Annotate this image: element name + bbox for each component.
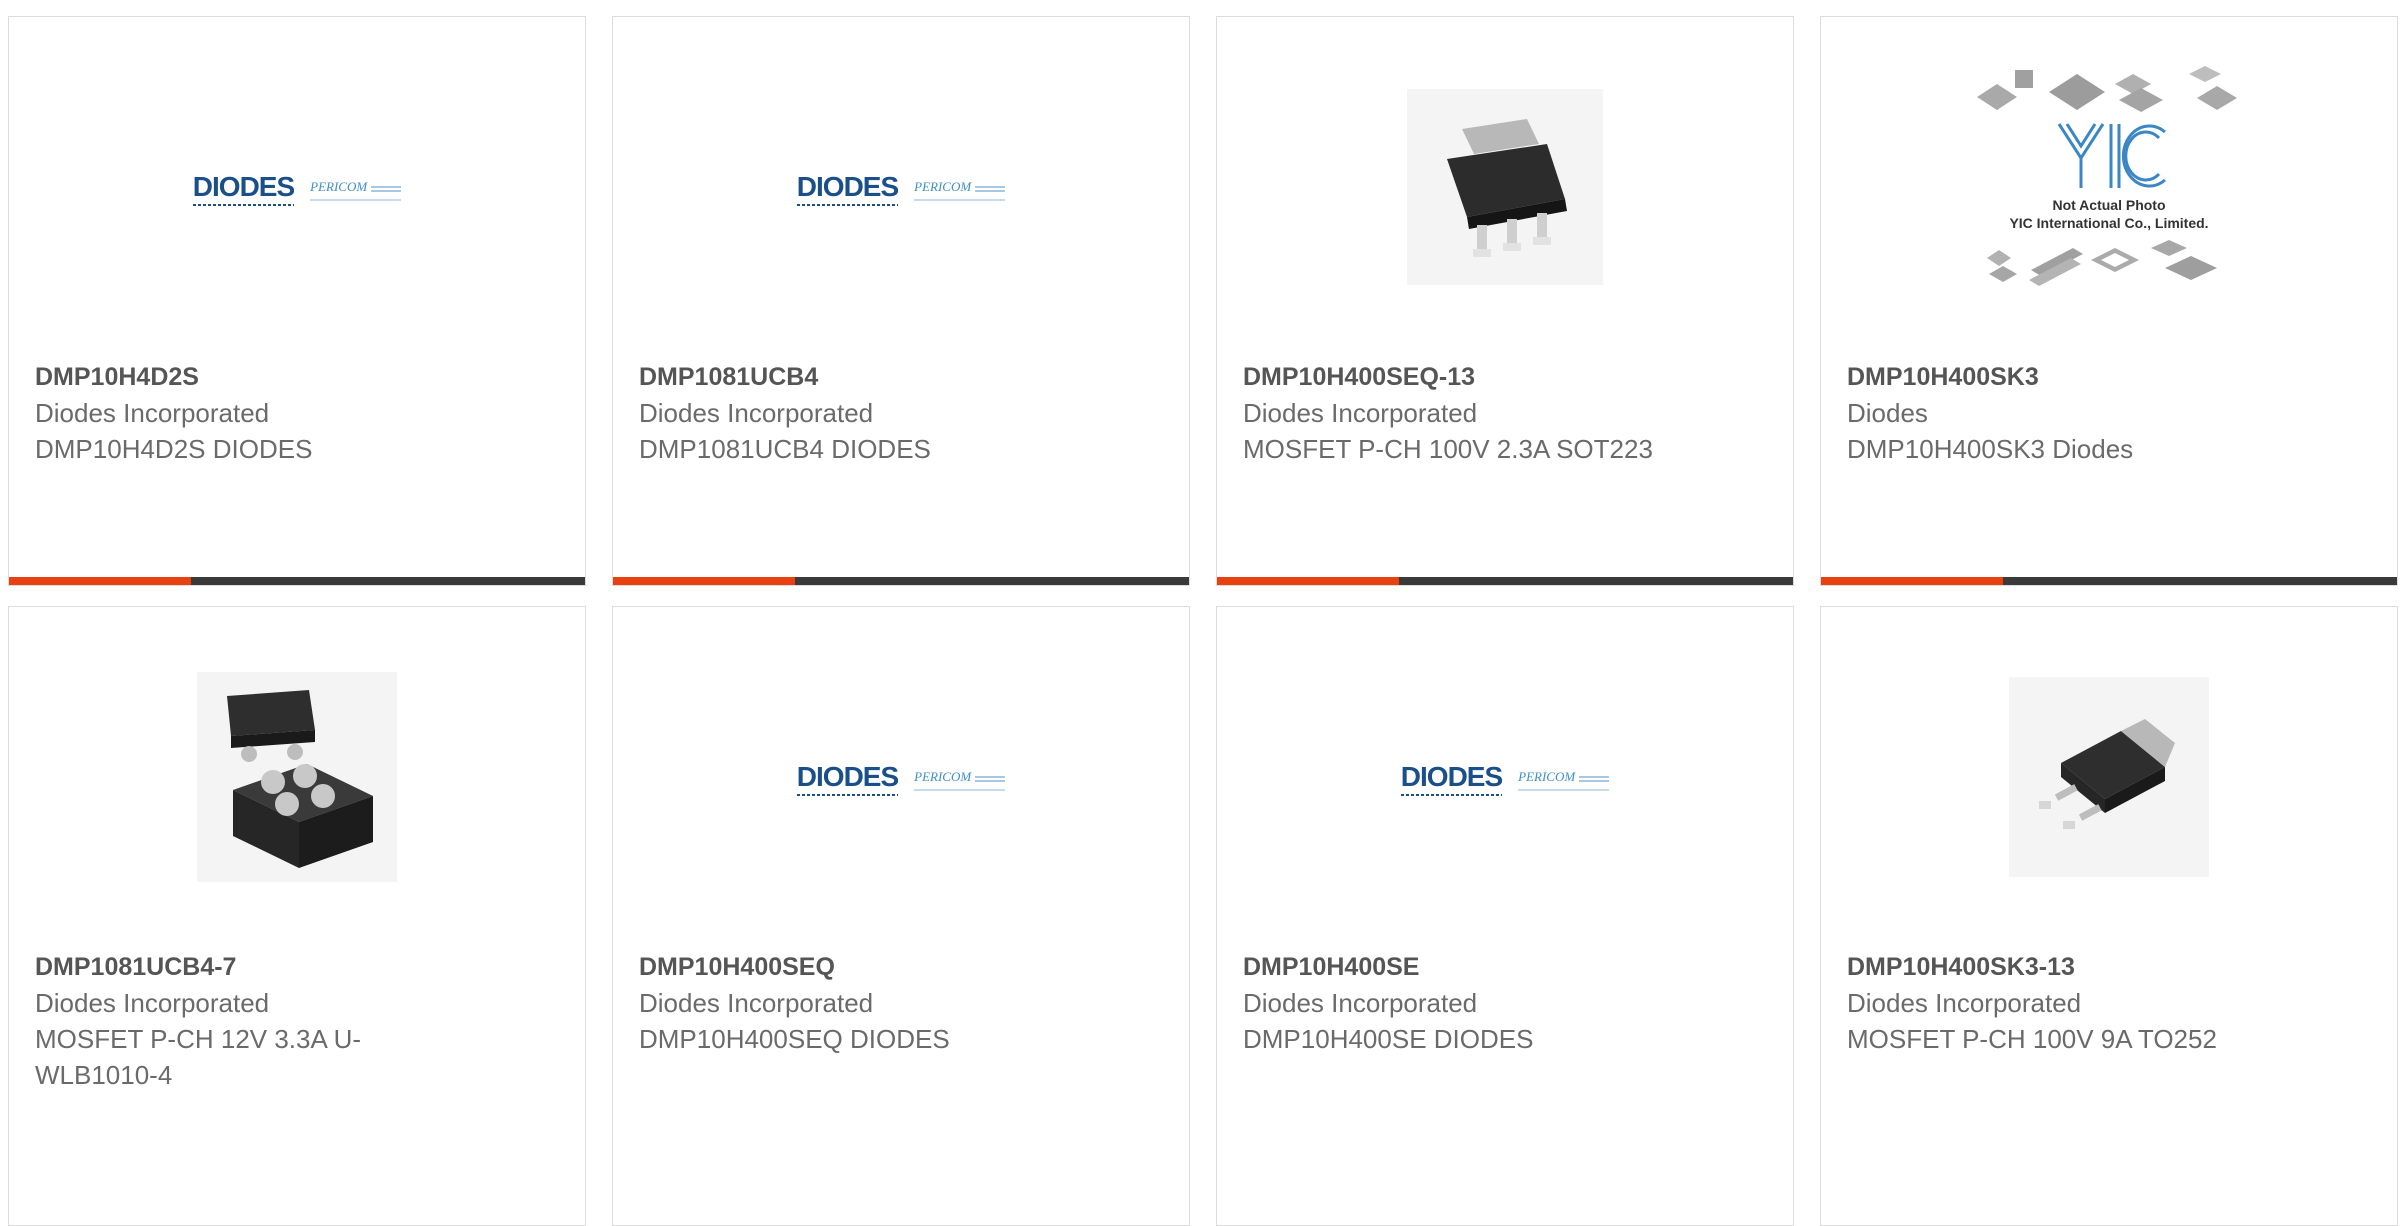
part-number[interactable]: DMP10H400SK3: [1847, 359, 2277, 395]
part-number[interactable]: DMP10H4D2S: [35, 359, 465, 395]
yic-placeholder-icon: Not Actual Photo YIC International Co., …: [1969, 62, 2249, 312]
part-number[interactable]: DMP10H400SEQ-13: [1243, 359, 1673, 395]
product-image[interactable]: DIODES PERICOM: [1217, 657, 1793, 897]
product-card[interactable]: DIODES PERICOM DMP10H400SE Diodes Incorp…: [1216, 606, 1794, 1226]
product-card[interactable]: DMP1081UCB4-7 Diodes Incorporated MOSFET…: [8, 606, 586, 1226]
card-bottom-bar: [1217, 577, 1793, 585]
product-image[interactable]: DIODES PERICOM: [613, 657, 1189, 897]
manufacturer: Diodes Incorporated: [1847, 988, 2082, 1018]
product-card[interactable]: DIODES PERICOM DMP10H4D2S Diodes Incorpo…: [8, 16, 586, 586]
manufacturer: Diodes Incorporated: [1243, 988, 1478, 1018]
description: MOSFET P-CH 12V 3.3A U-WLB1010-4: [35, 1024, 362, 1090]
wlb-package-icon: [197, 672, 397, 882]
pericom-logo-text: PERICOM: [914, 179, 1006, 201]
product-card[interactable]: DMP10H400SEQ-13 Diodes Incorporated MOSF…: [1216, 16, 1794, 586]
description: DMP10H400SEQ DIODES: [639, 1024, 950, 1054]
product-image[interactable]: [1217, 67, 1793, 307]
product-image[interactable]: DIODES PERICOM: [9, 67, 585, 307]
placeholder-line1: Not Actual Photo: [2052, 197, 2165, 213]
card-bottom-bar: [613, 577, 1189, 585]
card-bottom-bar: [1821, 577, 2397, 585]
diodes-pericom-logo: DIODES PERICOM: [796, 761, 1006, 796]
part-number[interactable]: DMP10H400SEQ: [639, 949, 1069, 985]
sot223-package-icon: [1407, 89, 1603, 285]
manufacturer: Diodes Incorporated: [639, 988, 874, 1018]
product-info: DMP10H400SEQ-13 Diodes Incorporated MOSF…: [1243, 359, 1673, 467]
product-info: DMP10H400SK3-13 Diodes Incorporated MOSF…: [1847, 949, 2277, 1057]
part-number[interactable]: DMP10H400SK3-13: [1847, 949, 2277, 985]
description: DMP10H400SE DIODES: [1243, 1024, 1534, 1054]
diodes-logo-text: DIODES: [1400, 761, 1503, 796]
card-accent-bar: [613, 577, 795, 585]
product-info: DMP10H400SK3 Diodes DMP10H400SK3 Diodes: [1847, 359, 2277, 467]
description: MOSFET P-CH 100V 9A TO252: [1847, 1024, 2217, 1054]
diodes-logo-text: DIODES: [796, 171, 899, 206]
pericom-logo-text: PERICOM: [1518, 769, 1610, 791]
diodes-pericom-logo: DIODES PERICOM: [1400, 761, 1610, 796]
product-card[interactable]: DMP10H400SK3-13 Diodes Incorporated MOSF…: [1820, 606, 2398, 1226]
diodes-logo-text: DIODES: [796, 761, 899, 796]
diodes-pericom-logo: DIODES PERICOM: [796, 171, 1006, 206]
manufacturer: Diodes Incorporated: [1243, 398, 1478, 428]
product-card[interactable]: DIODES PERICOM DMP1081UCB4 Diodes Incorp…: [612, 16, 1190, 586]
manufacturer: Diodes Incorporated: [35, 398, 270, 428]
product-card[interactable]: Not Actual Photo YIC International Co., …: [1820, 16, 2398, 586]
product-grid: DIODES PERICOM DMP10H4D2S Diodes Incorpo…: [8, 16, 2400, 1226]
card-accent-bar: [9, 577, 191, 585]
card-accent-bar: [1821, 577, 2003, 585]
card-accent-bar: [1217, 577, 1399, 585]
product-image[interactable]: Not Actual Photo YIC International Co., …: [1821, 57, 2397, 317]
product-image[interactable]: DIODES PERICOM: [613, 67, 1189, 307]
card-bottom-bar: [9, 577, 585, 585]
description: DMP1081UCB4 DIODES: [639, 434, 931, 464]
part-number[interactable]: DMP10H400SE: [1243, 949, 1673, 985]
product-info: DMP10H400SE Diodes Incorporated DMP10H40…: [1243, 949, 1673, 1057]
placeholder-line2: YIC International Co., Limited.: [2009, 215, 2208, 231]
part-number[interactable]: DMP1081UCB4-7: [35, 949, 465, 985]
manufacturer: Diodes Incorporated: [639, 398, 874, 428]
product-image[interactable]: [1821, 657, 2397, 897]
product-info: DMP1081UCB4-7 Diodes Incorporated MOSFET…: [35, 949, 465, 1093]
product-card[interactable]: DIODES PERICOM DMP10H400SEQ Diodes Incor…: [612, 606, 1190, 1226]
manufacturer: Diodes Incorporated: [35, 988, 270, 1018]
diodes-pericom-logo: DIODES PERICOM: [192, 171, 402, 206]
to252-package-icon: [2009, 677, 2209, 877]
description: MOSFET P-CH 100V 2.3A SOT223: [1243, 434, 1653, 464]
manufacturer: Diodes: [1847, 398, 1928, 428]
pericom-logo-text: PERICOM: [914, 769, 1006, 791]
diodes-logo-text: DIODES: [192, 171, 295, 206]
product-info: DMP1081UCB4 Diodes Incorporated DMP1081U…: [639, 359, 1069, 467]
description: DMP10H400SK3 Diodes: [1847, 434, 2134, 464]
product-info: DMP10H400SEQ Diodes Incorporated DMP10H4…: [639, 949, 1069, 1057]
product-info: DMP10H4D2S Diodes Incorporated DMP10H4D2…: [35, 359, 465, 467]
product-image[interactable]: [9, 657, 585, 897]
part-number[interactable]: DMP1081UCB4: [639, 359, 1069, 395]
pericom-logo-text: PERICOM: [310, 179, 402, 201]
description: DMP10H4D2S DIODES: [35, 434, 313, 464]
